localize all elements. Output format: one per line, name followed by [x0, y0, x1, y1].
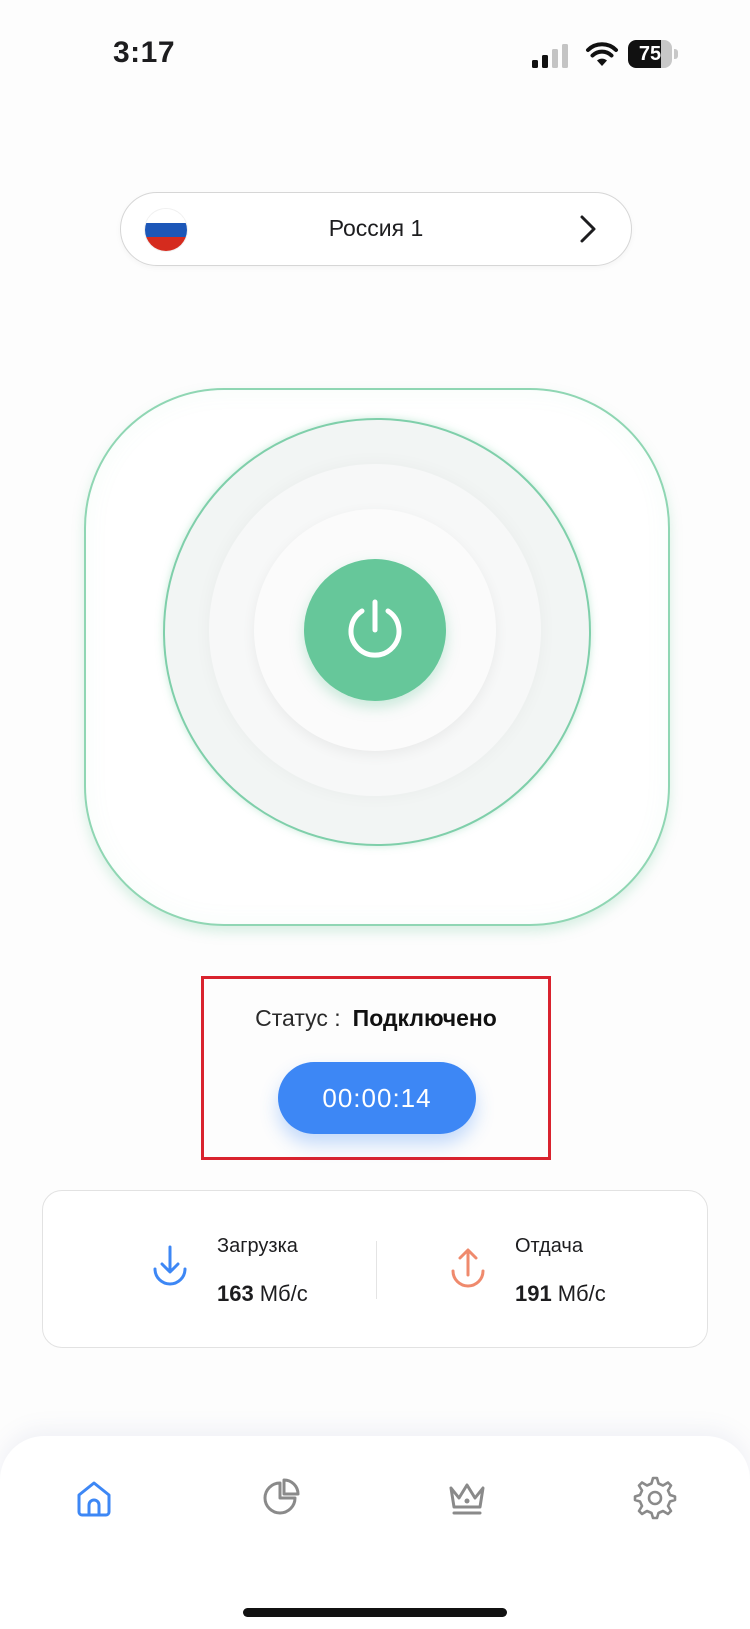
status-bar: 3:17 75	[0, 0, 750, 110]
download-title: Загрузка	[217, 1235, 298, 1257]
speed-stats-card: Загрузка 163 Мб/с Отдача 191 Мб/с	[42, 1190, 708, 1348]
status-time: 3:17	[113, 36, 176, 69]
download-icon	[153, 1245, 187, 1286]
server-name: Россия 1	[328, 215, 424, 241]
wifi-icon	[586, 42, 618, 66]
home-indicator	[243, 1608, 507, 1617]
status-label: Статус :	[255, 1005, 341, 1031]
connection-timer[interactable]: 00:00:14	[278, 1062, 476, 1134]
upload-speed: 191 Мб/с	[515, 1281, 606, 1307]
crown-icon	[449, 1483, 485, 1515]
upload-icon	[451, 1248, 485, 1288]
status-value: Подключено	[352, 1005, 497, 1031]
status-line: Статус : Подключено	[204, 1005, 548, 1032]
chevron-right-icon	[580, 215, 596, 243]
gear-icon	[633, 1476, 677, 1520]
download-unit: Мб/с	[259, 1281, 308, 1306]
stats-divider	[376, 1241, 377, 1299]
battery-percentage: 75	[638, 43, 662, 65]
bottom-navigation	[0, 1436, 750, 1629]
connection-status-box: Статус : Подключено 00:00:14	[201, 976, 551, 1160]
upload-unit: Мб/с	[557, 1281, 606, 1306]
server-selector[interactable]: Россия 1	[120, 192, 632, 266]
battery-icon: 75	[628, 40, 678, 68]
power-icon	[348, 599, 402, 658]
nav-statistics[interactable]	[258, 1476, 302, 1520]
home-icon	[77, 1481, 111, 1517]
nav-home[interactable]	[72, 1476, 116, 1520]
nav-premium[interactable]	[445, 1476, 489, 1520]
pie-chart-icon	[263, 1478, 300, 1515]
nav-settings[interactable]	[633, 1476, 677, 1520]
cellular-signal-icon	[532, 44, 568, 68]
upload-title: Отдача	[515, 1235, 583, 1257]
download-value: 163	[217, 1281, 254, 1306]
power-button[interactable]	[304, 559, 446, 701]
upload-value: 191	[515, 1281, 552, 1306]
download-speed: 163 Мб/с	[217, 1281, 308, 1307]
